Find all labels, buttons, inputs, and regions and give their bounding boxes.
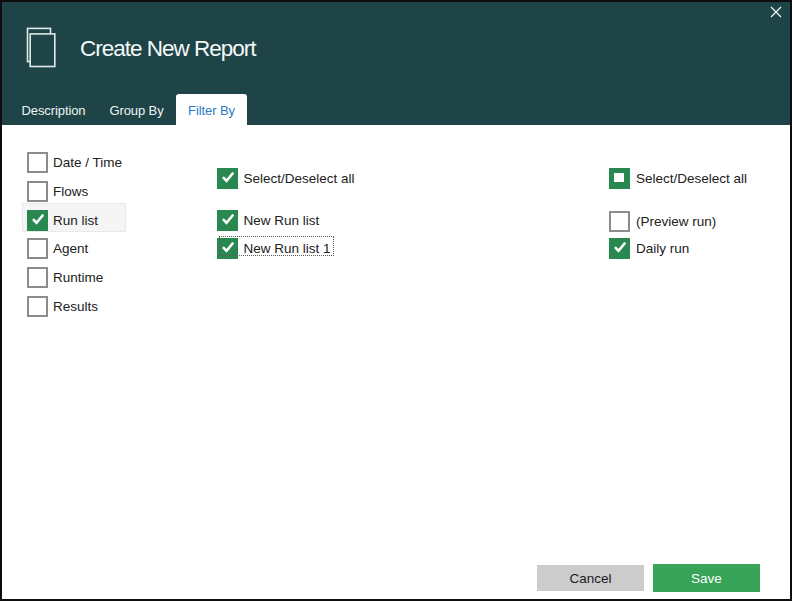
tab-bar: Description Group By Filter By [10,94,249,125]
tab-group-by[interactable]: Group By [99,94,174,125]
label-agent[interactable]: Agent [53,238,88,259]
check-icon [609,238,630,259]
check-icon [27,210,48,231]
close-icon [770,6,782,18]
save-button[interactable]: Save [653,564,760,592]
checkbox-flows[interactable] [27,181,48,202]
check-icon [217,210,238,231]
dialog-title: Create New Report [80,36,256,62]
label-daily-run[interactable]: Daily run [636,238,689,259]
indeterminate-mark [614,173,624,183]
report-copy-icon [26,27,57,68]
tab-description[interactable]: Description [10,94,97,125]
label-preview-run[interactable]: (Preview run) [636,211,716,232]
checkbox-daily-run[interactable] [609,238,630,259]
checkbox-select-all-agent[interactable] [609,168,630,189]
label-results[interactable]: Results [53,296,98,317]
checkbox-run-list[interactable] [27,210,48,231]
check-icon [217,168,238,189]
label-run-list[interactable]: Run list [53,210,98,231]
checkbox-runtime[interactable] [27,267,48,288]
cancel-button[interactable]: Cancel [537,565,644,591]
checkbox-preview-run[interactable] [609,211,630,232]
checkbox-new-run-list[interactable] [217,210,238,231]
checkbox-date-time[interactable] [27,152,48,173]
close-button[interactable] [764,1,788,23]
checkbox-select-all-run-list[interactable] [217,168,238,189]
tab-filter-by[interactable]: Filter By [176,94,247,125]
focus-outline [220,237,332,256]
label-select-all-agent[interactable]: Select/Deselect all [636,168,747,189]
label-date-time[interactable]: Date / Time [53,152,122,173]
checkbox-results[interactable] [27,296,48,317]
checkbox-agent[interactable] [27,238,48,259]
label-select-all-run-list[interactable]: Select/Deselect all [244,168,355,189]
label-flows[interactable]: Flows [53,181,88,202]
label-runtime[interactable]: Runtime [53,267,103,288]
label-new-run-list[interactable]: New Run list [244,210,320,231]
dialog-header: Create New Report Description Group By F… [2,2,790,125]
